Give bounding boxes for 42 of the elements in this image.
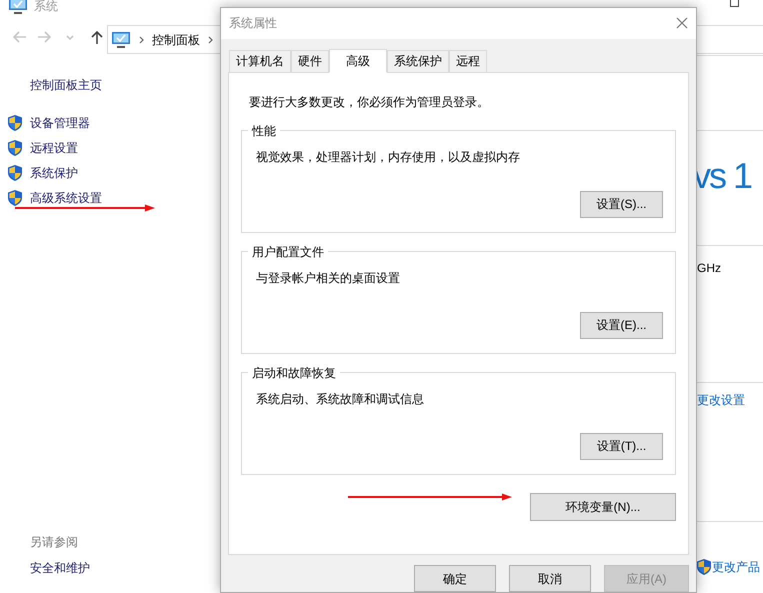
tab[interactable]: 高级 bbox=[329, 48, 387, 73]
settings-button[interactable]: 设置(T)... bbox=[580, 432, 663, 460]
shield-icon bbox=[8, 140, 22, 156]
sidebar-link[interactable]: 系统保护 bbox=[30, 164, 78, 182]
group-description: 与登录帐户相关的桌面设置 bbox=[256, 270, 401, 287]
dialog-button[interactable]: 确定 bbox=[414, 565, 496, 592]
group-title: 启动和故障恢复 bbox=[248, 364, 340, 382]
product-key-link[interactable]: 更改产品 bbox=[712, 558, 760, 576]
breadcrumb-item[interactable]: 控制面板 bbox=[152, 30, 200, 48]
sidebar-link[interactable]: 远程设置 bbox=[30, 138, 78, 156]
settings-button[interactable]: 设置(S)... bbox=[580, 190, 663, 218]
shield-icon bbox=[8, 190, 22, 206]
tab[interactable]: 计算机名 bbox=[229, 50, 291, 72]
close-icon[interactable] bbox=[676, 17, 688, 30]
dialog-title: 系统属性 bbox=[229, 15, 277, 32]
notice-text: 要进行大多数更改，你必须作为管理员登录。 bbox=[249, 94, 490, 111]
tab[interactable]: 远程 bbox=[449, 50, 487, 72]
tab[interactable]: 硬件 bbox=[291, 50, 329, 72]
settings-button[interactable]: 设置(E)... bbox=[580, 312, 663, 339]
sidebar-link[interactable]: 设备管理器 bbox=[30, 114, 90, 132]
maximize-button[interactable] bbox=[730, 0, 739, 7]
shield-icon bbox=[697, 559, 711, 575]
dialog-button[interactable]: 取消 bbox=[509, 565, 591, 592]
environment-variables-button[interactable]: 环境变量(N)... bbox=[530, 492, 676, 521]
sidebar-link[interactable]: 控制面板主页 bbox=[30, 76, 102, 94]
window-icon bbox=[8, 0, 28, 15]
window-title: 系统 bbox=[34, 0, 58, 15]
shield-icon bbox=[8, 164, 22, 180]
change-settings-link[interactable]: 更改设置 bbox=[697, 391, 745, 409]
up-icon[interactable] bbox=[90, 30, 104, 46]
processor-text: GHz bbox=[697, 260, 721, 277]
shield-icon bbox=[8, 114, 22, 130]
group-description: 系统启动、系统故障和调试信息 bbox=[256, 390, 425, 408]
chevron-icon bbox=[208, 36, 213, 44]
chevron-icon bbox=[139, 36, 144, 44]
group-description: 视觉效果，处理器计划，内存使用，以及虚拟内存 bbox=[256, 148, 521, 166]
tab[interactable]: 系统保护 bbox=[387, 50, 449, 72]
monitor-icon bbox=[111, 30, 131, 48]
see-also-link[interactable]: 安全和维护 bbox=[30, 559, 90, 577]
section-heading: 另请参阅 bbox=[30, 534, 79, 551]
group-title: 用户配置文件 bbox=[248, 242, 328, 261]
sidebar-link[interactable]: 高级系统设置 bbox=[30, 188, 102, 206]
